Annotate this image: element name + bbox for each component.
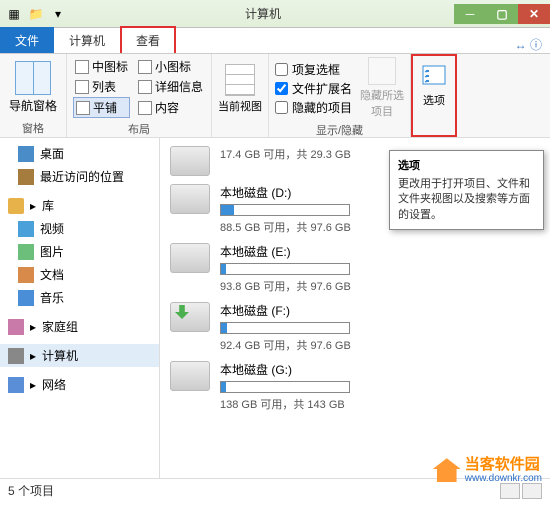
titlebar: ▦ 📁 ▾ 计算机 ─ ▢ ✕ — [0, 0, 550, 28]
drive-icon — [170, 184, 210, 214]
layout-medium-icons[interactable]: 中图标 — [73, 57, 130, 76]
layout-details[interactable]: 详细信息 — [136, 77, 205, 96]
sidebar-item-desktop[interactable]: 桌面 — [0, 142, 159, 165]
sidebar-item-video[interactable]: 视频 — [0, 217, 159, 240]
minimize-button[interactable]: ─ — [454, 4, 486, 24]
maximize-button[interactable]: ▢ — [486, 4, 518, 24]
sidebar-item-pictures[interactable]: 图片 — [0, 240, 159, 263]
navigation-sidebar: 桌面 最近访问的位置 ▸ 库 视频 图片 文档 音乐 ▸ 家庭组 ▸ 计算机 ▸… — [0, 138, 160, 478]
drive-icon — [170, 302, 210, 332]
house-icon — [433, 458, 461, 482]
window-title: 计算机 — [72, 5, 454, 22]
view-details-button[interactable] — [500, 483, 520, 499]
drive-item[interactable]: 本地磁盘 (F:) 92.4 GB 可用，共 97.6 GB — [160, 298, 550, 357]
ribbon-collapse-icon[interactable]: ↔ ⓘ — [515, 36, 550, 53]
group-currentview: 当前视图 — [212, 54, 269, 137]
group-layout-label: 布局 — [67, 121, 211, 138]
current-view-button[interactable]: 当前视图 — [218, 64, 262, 114]
properties-icon[interactable]: ▦ — [6, 6, 22, 22]
options-button[interactable]: 选项 — [411, 54, 457, 137]
tab-view[interactable]: 查看 — [120, 26, 176, 53]
view-tiles-button[interactable] — [522, 483, 542, 499]
check-item-checkboxes[interactable]: 项复选框 — [275, 61, 352, 78]
dropdown-icon[interactable]: ▾ — [50, 6, 66, 22]
drive-item[interactable]: 本地磁盘 (E:) 93.8 GB 可用，共 97.6 GB — [160, 239, 550, 298]
sidebar-item-documents[interactable]: 文档 — [0, 263, 159, 286]
check-file-extensions[interactable]: 文件扩展名 — [275, 80, 352, 97]
quick-access-toolbar: ▦ 📁 ▾ — [0, 6, 72, 22]
tooltip-title: 选项 — [398, 157, 535, 173]
tab-file[interactable]: 文件 — [0, 27, 54, 53]
navigation-pane-button[interactable]: 导航窗格 — [6, 61, 60, 114]
navpane-label: 导航窗格 — [9, 97, 57, 114]
check-hidden-items[interactable]: 隐藏的项目 — [275, 99, 352, 116]
sidebar-item-computer[interactable]: ▸ 计算机 — [0, 344, 159, 367]
tab-computer[interactable]: 计算机 — [54, 27, 120, 53]
sidebar-item-recent[interactable]: 最近访问的位置 — [0, 165, 159, 188]
watermark: 当客软件园 www.downkr.com — [433, 457, 542, 485]
ribbon: 导航窗格 窗格 中图标 小图标 列表 详细信息 平铺 内容 布局 当前视图 — [0, 54, 550, 138]
layout-list[interactable]: 列表 — [73, 77, 130, 96]
hide-selected-button[interactable]: 隐藏所选项目 — [360, 57, 404, 119]
tooltip-body: 更改用于打开项目、文件和文件夹视图以及搜索等方面的设置。 — [398, 177, 535, 223]
drive-icon — [170, 243, 210, 273]
ribbon-tabs: 文件 计算机 查看 ↔ ⓘ — [0, 28, 550, 54]
close-button[interactable]: ✕ — [518, 4, 550, 24]
drive-item[interactable]: 本地磁盘 (G:) 138 GB 可用，共 143 GB — [160, 357, 550, 416]
sidebar-item-homegroup[interactable]: ▸ 家庭组 — [0, 315, 159, 338]
layout-small-icons[interactable]: 小图标 — [136, 57, 205, 76]
group-showhide: 项复选框 文件扩展名 隐藏的项目 隐藏所选项目 显示/隐藏 — [269, 54, 411, 137]
group-panes: 导航窗格 窗格 — [0, 54, 67, 137]
drive-icon — [170, 361, 210, 391]
layout-tiles[interactable]: 平铺 — [73, 97, 130, 118]
item-count: 5 个项目 — [8, 482, 54, 499]
sidebar-item-network[interactable]: ▸ 网络 — [0, 373, 159, 396]
group-showhide-label: 显示/隐藏 — [269, 122, 410, 139]
group-layout: 中图标 小图标 列表 详细信息 平铺 内容 布局 — [67, 54, 212, 137]
window-controls: ─ ▢ ✕ — [454, 4, 550, 24]
sidebar-item-music[interactable]: 音乐 — [0, 286, 159, 309]
options-icon — [419, 60, 449, 90]
sidebar-item-library[interactable]: ▸ 库 — [0, 194, 159, 217]
layout-content[interactable]: 内容 — [136, 97, 205, 118]
drive-icon — [170, 146, 210, 176]
options-tooltip: 选项 更改用于打开项目、文件和文件夹视图以及搜索等方面的设置。 — [389, 150, 544, 230]
group-panes-label: 窗格 — [0, 120, 66, 137]
folder-icon[interactable]: 📁 — [28, 6, 44, 22]
